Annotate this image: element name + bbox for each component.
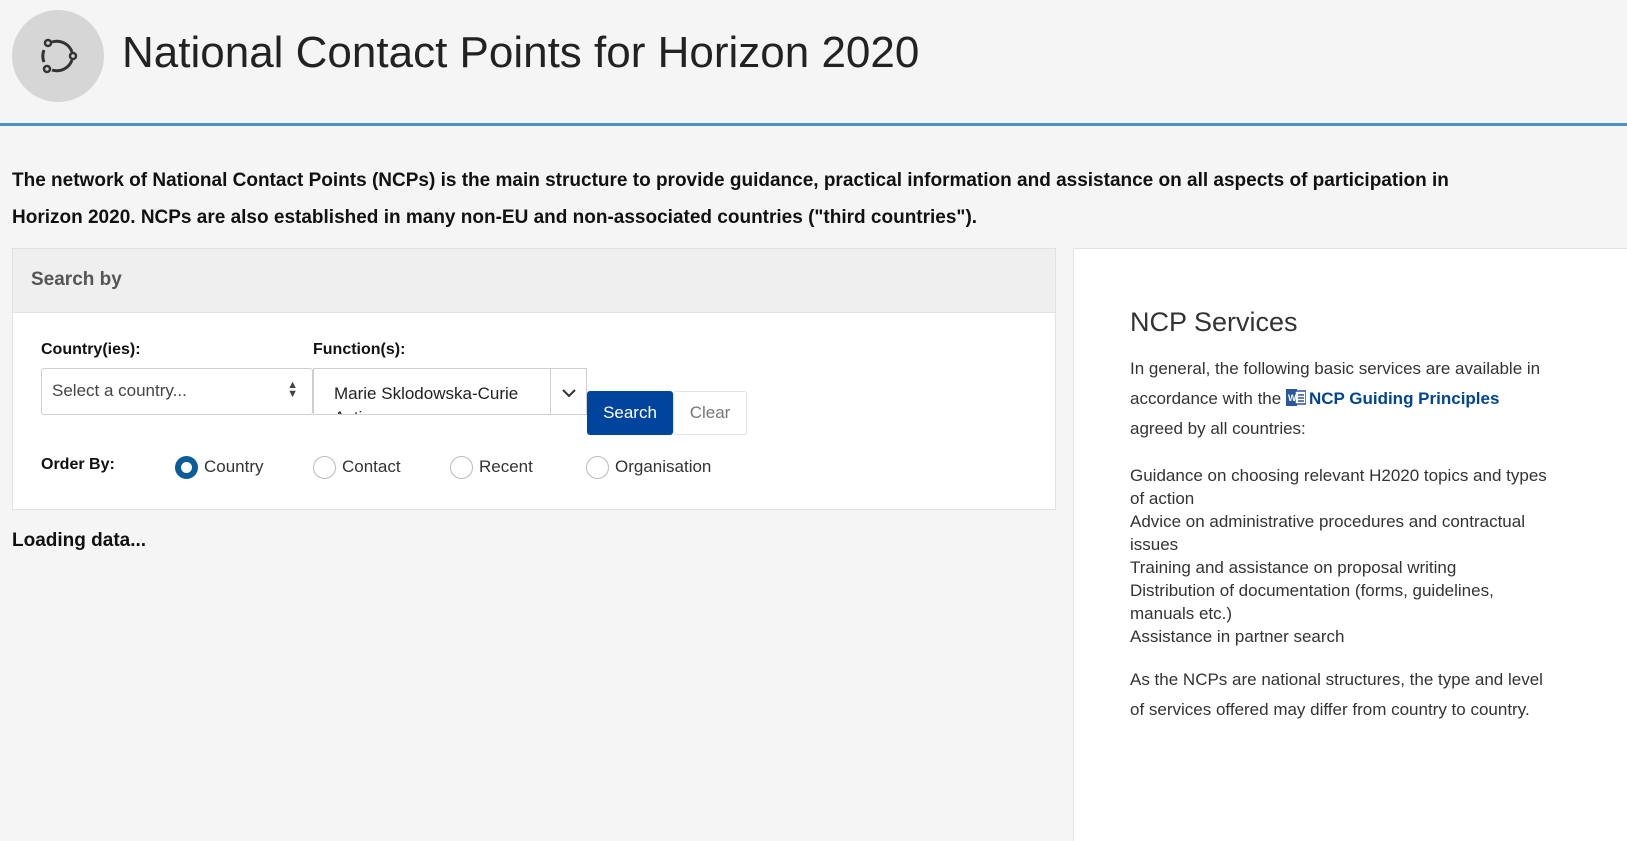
radio-selected-icon (175, 455, 198, 479)
page-header: National Contact Points for Horizon 2020 (0, 0, 1627, 126)
services-intro-after: agreed by all countries: (1130, 419, 1306, 438)
radio-icon (586, 455, 609, 479)
services-list-item: Advice on administrative procedures and … (1130, 512, 1525, 554)
services-list: Guidance on choosing relevant H2020 topi… (1130, 464, 1550, 648)
search-panel-title: Search by (13, 249, 1055, 313)
order-option-label: Country (204, 457, 264, 476)
clear-button[interactable]: Clear (673, 391, 747, 435)
function-selected-value: Marie Sklodowska-Curie Actions (334, 384, 519, 414)
function-label: Function(s): (313, 341, 406, 358)
order-by-organisation-radio[interactable]: Organisation (586, 455, 711, 479)
services-closing: As the NCPs are national structures, the… (1130, 670, 1543, 719)
chevron-down-icon[interactable] (550, 369, 586, 414)
intro-line-2: Horizon 2020. NCPs are also established … (12, 207, 978, 228)
order-by-recent-radio[interactable]: Recent (450, 455, 533, 479)
order-option-label: Recent (479, 457, 533, 476)
word-document-icon: W (1285, 389, 1306, 406)
order-option-label: Organisation (615, 457, 712, 476)
function-select[interactable]: Marie Sklodowska-Curie Actions (313, 368, 587, 415)
loading-status: Loading data... (12, 530, 147, 551)
sort-arrows-icon: ▲ ▼ (287, 379, 298, 400)
order-by-contact-radio[interactable]: Contact (313, 455, 401, 479)
search-panel: Search by Country(ies): Select a country… (12, 248, 1056, 510)
search-button[interactable]: Search (587, 391, 673, 435)
services-list-item: Assistance in partner search (1130, 627, 1345, 646)
order-by-label: Order By: (41, 456, 115, 473)
services-intro: In general, the following basic services… (1130, 354, 1550, 444)
radio-icon (450, 455, 473, 479)
order-by-country-radio[interactable]: Country (175, 455, 264, 479)
page-title: National Contact Points for Horizon 2020 (122, 28, 920, 77)
country-select-placeholder: Select a country... (52, 381, 187, 400)
ncp-guiding-principles-link[interactable]: W NCP Guiding Principles (1285, 389, 1500, 408)
country-label: Country(ies): (41, 341, 141, 358)
intro-line-1: The network of National Contact Points (… (12, 170, 1449, 191)
ncp-services-panel: NCP Services In general, the following b… (1073, 248, 1627, 841)
services-list-item: Training and assistance on proposal writ… (1130, 558, 1457, 577)
order-option-label: Contact (342, 457, 401, 476)
ncp-guiding-principles-label: NCP Guiding Principles (1308, 389, 1500, 408)
services-list-item: Distribution of documentation (forms, gu… (1130, 581, 1494, 623)
country-select[interactable]: Select a country... ▲ ▼ (41, 368, 313, 415)
circular-arrows-icon (12, 10, 104, 102)
radio-icon (313, 455, 336, 479)
svg-text:W: W (1288, 393, 1297, 403)
services-title: NCP Services (1130, 307, 1298, 337)
intro-text: The network of National Contact Points (… (12, 162, 1612, 236)
services-list-item: Guidance on choosing relevant H2020 topi… (1130, 466, 1547, 508)
